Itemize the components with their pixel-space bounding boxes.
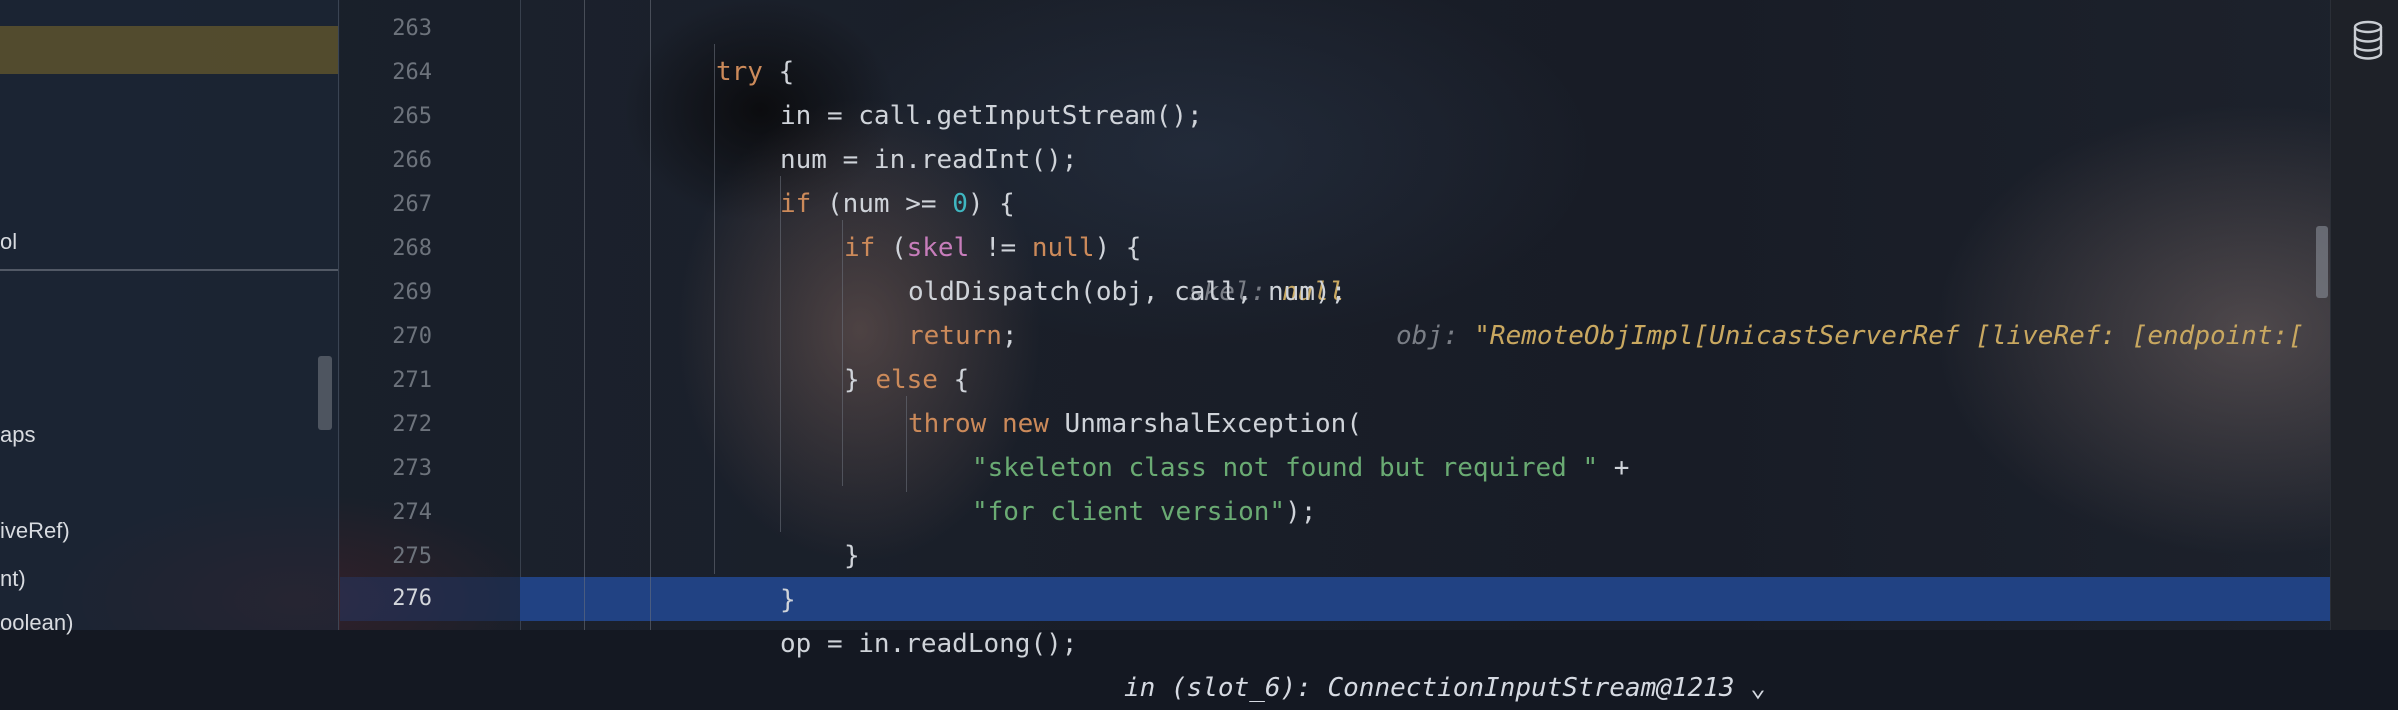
- structure-panel: ol aps iveRef) nt) oolean): [0, 0, 339, 635]
- database-icon[interactable]: [2352, 20, 2384, 60]
- line-number: 268: [392, 236, 432, 261]
- code-line-270[interactable]: } else {: [520, 314, 2330, 395]
- tree-item[interactable]: oolean): [0, 610, 73, 636]
- line-number-gutter[interactable]: [340, 0, 521, 630]
- code-line-275[interactable]: }: [520, 534, 2330, 615]
- code-line-272[interactable]: "skeleton class not found but required "…: [520, 402, 2330, 483]
- line-number: 273: [392, 456, 432, 481]
- tree-item[interactable]: ol: [0, 229, 17, 255]
- line-number: 264: [392, 60, 432, 85]
- code-line-271[interactable]: throw new UnmarshalException(: [520, 358, 2330, 439]
- inline-hint-name: in (slot_6):: [1124, 673, 1312, 703]
- code-line-269[interactable]: return;: [520, 270, 2330, 351]
- line-number: 267: [392, 192, 432, 217]
- line-number: 271: [392, 368, 432, 393]
- code-line-276[interactable]: op = in.readLong(); in (slot_6): Connect…: [520, 578, 2330, 703]
- code-line-266[interactable]: if (num >= 0) {: [520, 138, 2330, 219]
- line-number: 272: [392, 412, 432, 437]
- chevron-down-icon[interactable]: ⌄: [1750, 673, 1766, 703]
- code-line-273[interactable]: "for client version");: [520, 446, 2330, 527]
- line-number: 263: [392, 16, 432, 41]
- code-text: op = in.readLong();: [780, 629, 1078, 659]
- code-line-263[interactable]: try {: [520, 6, 2330, 87]
- current-line-number: 276: [392, 586, 432, 611]
- code-line-274[interactable]: }: [520, 490, 2330, 571]
- tree-item[interactable]: iveRef): [0, 518, 70, 544]
- tree-item[interactable]: nt): [0, 566, 26, 592]
- line-number: 275: [392, 544, 432, 569]
- tree-item[interactable]: aps: [0, 422, 35, 448]
- inline-hint-value: ConnectionInputStream@1213: [1327, 673, 1735, 703]
- selected-tree-row[interactable]: [0, 26, 338, 74]
- line-number: 265: [392, 104, 432, 129]
- right-tool-bar: [2330, 0, 2398, 630]
- code-line-265[interactable]: num = in.readInt();: [520, 94, 2330, 175]
- line-number: 266: [392, 148, 432, 173]
- panel-divider: [0, 269, 338, 271]
- line-number: 269: [392, 280, 432, 305]
- editor-scrollbar[interactable]: [2316, 226, 2328, 298]
- line-number: 270: [392, 324, 432, 349]
- panel-scrollbar[interactable]: [318, 356, 332, 430]
- code-line-264[interactable]: in = call.getInputStream();: [520, 50, 2330, 131]
- line-number: 274: [392, 500, 432, 525]
- code-line-267[interactable]: if (skel != null) { skel: null: [520, 182, 2330, 307]
- code-line-268[interactable]: oldDispatch(obj, call, num); obj: "Remot…: [520, 226, 2330, 351]
